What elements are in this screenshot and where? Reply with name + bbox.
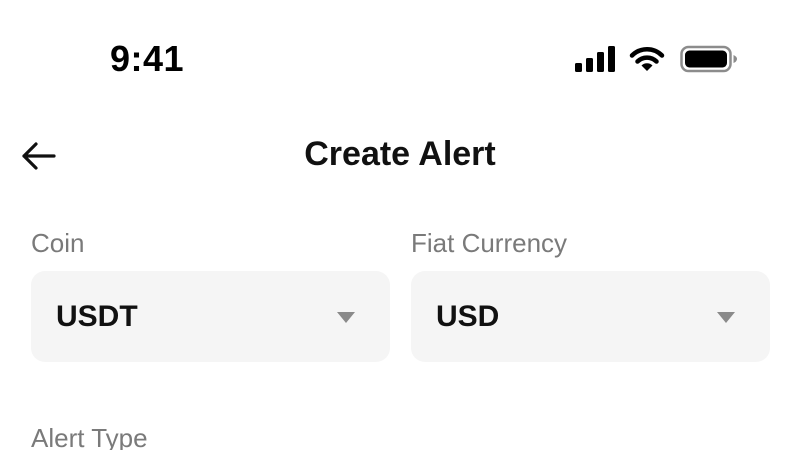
coin-select[interactable]: USDT xyxy=(31,271,390,362)
alert-type-label: Alert Type xyxy=(31,423,148,450)
create-alert-screen: 9:41 Create Alert Coin Fiat Currency USD… xyxy=(0,0,800,450)
page-title: Create Alert xyxy=(304,135,496,173)
status-icons xyxy=(574,44,738,74)
battery-icon xyxy=(680,45,737,73)
caret-down-icon xyxy=(337,312,355,323)
signal-icon xyxy=(575,46,615,72)
fiat-currency-label: Fiat Currency xyxy=(411,228,568,258)
fiat-currency-select-value: USD xyxy=(436,300,500,333)
wifi-icon xyxy=(629,47,665,71)
caret-down-icon xyxy=(717,312,735,323)
fiat-currency-select[interactable]: USD xyxy=(411,271,770,362)
coin-label: Coin xyxy=(31,228,85,258)
status-time: 9:41 xyxy=(110,38,185,79)
coin-select-value: USDT xyxy=(56,300,138,333)
